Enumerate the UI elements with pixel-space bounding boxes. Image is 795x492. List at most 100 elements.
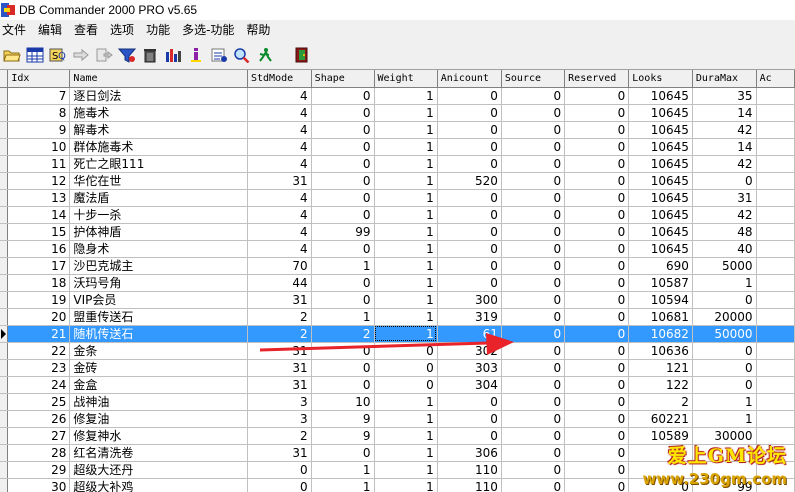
- table-cell[interactable]: 金盒: [69, 376, 248, 394]
- table-cell[interactable]: 4: [247, 155, 312, 173]
- table-cell[interactable]: 31: [247, 291, 312, 309]
- table-cell[interactable]: 1: [374, 257, 438, 275]
- column-header-reserved[interactable]: Reserved: [564, 70, 630, 88]
- table-cell[interactable]: 61: [437, 325, 502, 343]
- table-cell[interactable]: 0: [564, 376, 630, 394]
- table-cell[interactable]: 0: [437, 410, 502, 428]
- table-cell[interactable]: 0: [501, 206, 566, 224]
- table-cell[interactable]: 0: [501, 87, 566, 105]
- table-cell[interactable]: 5000: [692, 257, 757, 275]
- table-cell[interactable]: 0: [564, 223, 630, 241]
- table-cell[interactable]: 0: [437, 223, 502, 241]
- table-cell[interactable]: 10681: [628, 308, 693, 326]
- table-cell[interactable]: 0: [501, 172, 566, 190]
- row-indicator[interactable]: [0, 240, 9, 258]
- table-cell[interactable]: 0: [692, 376, 757, 394]
- row-indicator[interactable]: [0, 291, 9, 309]
- table-cell[interactable]: [756, 359, 795, 377]
- table-cell[interactable]: 60221: [628, 410, 693, 428]
- table-cell[interactable]: 0: [437, 427, 502, 445]
- table-cell[interactable]: 319: [437, 308, 502, 326]
- table-cell[interactable]: 1: [374, 240, 438, 258]
- table-row[interactable]: 16 隐身术 4 0 1 0 0 0 10645 40: [0, 240, 795, 258]
- table-cell[interactable]: 0: [692, 342, 757, 360]
- table-cell[interactable]: 15: [7, 223, 71, 241]
- table-cell[interactable]: 0: [311, 138, 375, 156]
- table-cell[interactable]: 10: [311, 393, 375, 411]
- column-header-shape[interactable]: Shape: [311, 70, 375, 88]
- table-cell[interactable]: [756, 308, 795, 326]
- table-cell[interactable]: 0: [437, 393, 502, 411]
- table-cell[interactable]: 1: [374, 104, 438, 122]
- row-indicator[interactable]: [0, 155, 9, 173]
- row-indicator[interactable]: [0, 393, 9, 411]
- data-grid[interactable]: Idx Name StdMode Shape Weight Anicount S…: [0, 69, 795, 492]
- table-cell[interactable]: 2: [247, 325, 312, 343]
- table-cell[interactable]: 10682: [628, 325, 693, 343]
- row-indicator[interactable]: [0, 461, 9, 479]
- table-cell[interactable]: 12: [7, 172, 71, 190]
- table-cell[interactable]: 121: [628, 359, 693, 377]
- column-header-duramax[interactable]: DuraMax: [692, 70, 757, 88]
- table-cell[interactable]: 0: [501, 189, 566, 207]
- table-cell[interactable]: [756, 104, 795, 122]
- table-cell[interactable]: 0: [501, 410, 566, 428]
- refresh-button[interactable]: [209, 45, 229, 65]
- column-header-anicount[interactable]: Anicount: [437, 70, 502, 88]
- table-cell[interactable]: 0: [564, 155, 630, 173]
- table-cell[interactable]: 0: [501, 325, 566, 343]
- table-cell[interactable]: 1: [374, 461, 438, 479]
- table-cell[interactable]: 1: [311, 308, 375, 326]
- column-header-ac[interactable]: Ac: [756, 70, 795, 88]
- table-cell[interactable]: 2: [247, 308, 312, 326]
- table-cell[interactable]: [756, 189, 795, 207]
- table-row[interactable]: 15 护体神盾 4 99 1 0 0 0 10645 48: [0, 223, 795, 241]
- table-cell[interactable]: 10645: [628, 104, 693, 122]
- table-cell[interactable]: 0: [501, 427, 566, 445]
- table-cell[interactable]: 0: [437, 257, 502, 275]
- row-indicator[interactable]: [0, 257, 9, 275]
- table-cell[interactable]: 28: [7, 444, 71, 462]
- table-cell[interactable]: 沃玛号角: [69, 274, 248, 292]
- table-cell[interactable]: 0: [501, 291, 566, 309]
- table-cell[interactable]: 1: [374, 325, 438, 343]
- table-cell[interactable]: 0: [564, 393, 630, 411]
- table-cell[interactable]: 9: [311, 427, 375, 445]
- row-indicator[interactable]: [0, 189, 9, 207]
- row-indicator[interactable]: [0, 138, 9, 156]
- table-cell[interactable]: 1: [374, 87, 438, 105]
- delete-button[interactable]: [140, 45, 160, 65]
- table-cell[interactable]: 20000: [692, 308, 757, 326]
- table-row[interactable]: 8 施毒术 4 0 1 0 0 0 10645 14: [0, 104, 795, 122]
- row-indicator[interactable]: [0, 308, 9, 326]
- table-cell[interactable]: 10636: [628, 342, 693, 360]
- table-cell[interactable]: 10587: [628, 274, 693, 292]
- table-cell[interactable]: 1: [374, 427, 438, 445]
- table-cell[interactable]: 99: [311, 223, 375, 241]
- table-cell[interactable]: 1: [374, 223, 438, 241]
- table-cell[interactable]: 0: [564, 257, 630, 275]
- column-header-idx[interactable]: Idx: [7, 70, 71, 88]
- table-cell[interactable]: [756, 223, 795, 241]
- table-cell[interactable]: 40: [692, 240, 757, 258]
- table-row[interactable]: 24 金盒 31 0 0 304 0 0 122 0: [0, 376, 795, 394]
- column-header-stdmode[interactable]: StdMode: [247, 70, 312, 88]
- table-cell[interactable]: 0: [501, 138, 566, 156]
- table-cell[interactable]: 0: [564, 325, 630, 343]
- run-button[interactable]: [255, 45, 275, 65]
- table-cell[interactable]: 0: [501, 393, 566, 411]
- table-cell[interactable]: 0: [564, 427, 630, 445]
- table-cell[interactable]: 金砖: [69, 359, 248, 377]
- table-cell[interactable]: 0: [564, 359, 630, 377]
- table-cell[interactable]: 22: [7, 342, 71, 360]
- table-cell[interactable]: 1: [374, 172, 438, 190]
- export-button[interactable]: [94, 45, 114, 65]
- table-cell[interactable]: 0: [564, 274, 630, 292]
- table-button[interactable]: [25, 45, 45, 65]
- info-button[interactable]: [186, 45, 206, 65]
- table-cell[interactable]: 3: [247, 393, 312, 411]
- table-cell[interactable]: 1: [374, 478, 438, 492]
- table-cell[interactable]: [756, 410, 795, 428]
- table-cell[interactable]: 0: [501, 240, 566, 258]
- menu-functions[interactable]: 功能: [144, 20, 176, 41]
